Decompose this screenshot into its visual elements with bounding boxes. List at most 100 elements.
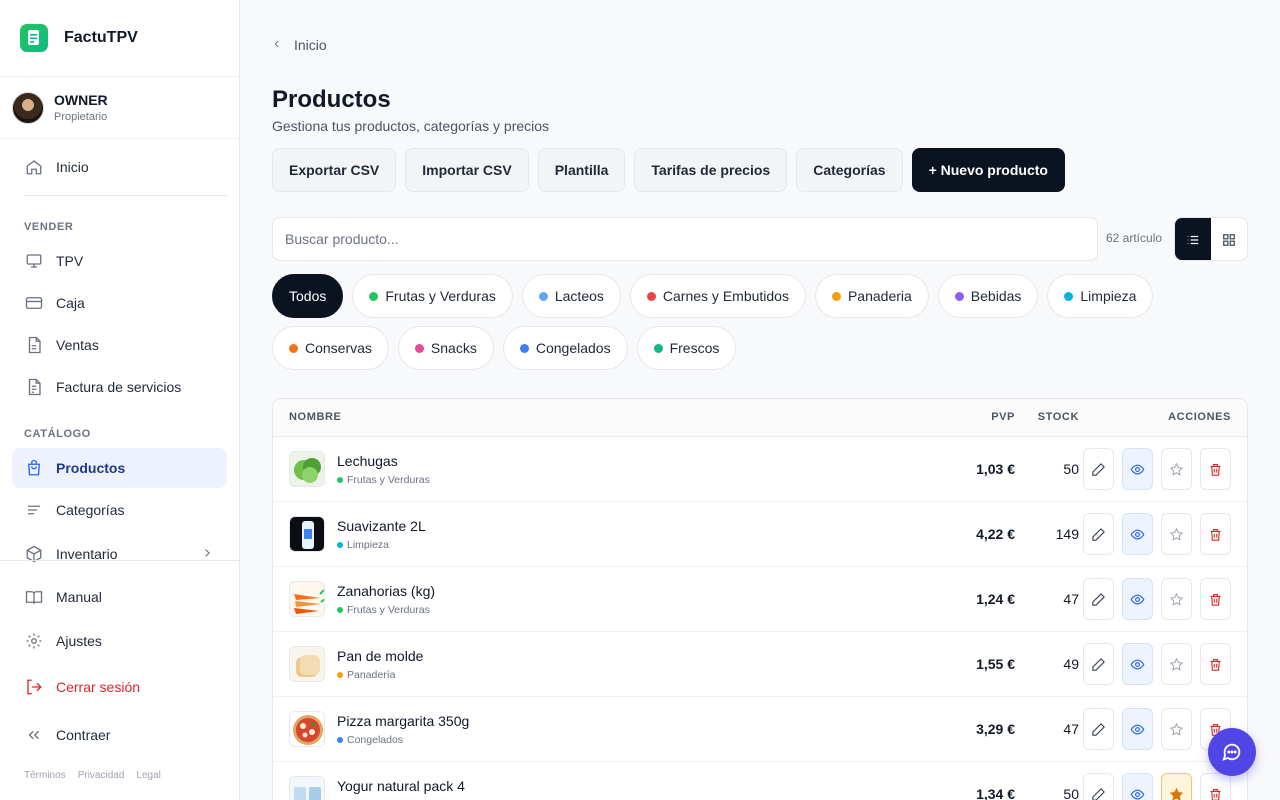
collapse-sidebar-button[interactable]: Contraer bbox=[12, 715, 227, 755]
table-row[interactable]: Lechugas Frutas y Verduras 1,03 € 50 bbox=[273, 437, 1247, 502]
product-stock: 50 bbox=[1063, 786, 1079, 800]
import-csv-button[interactable]: Importar CSV bbox=[405, 148, 529, 192]
table-row[interactable]: Pizza margarita 350g Congelados 3,29 € 47 bbox=[273, 697, 1247, 762]
sidebar-item-categorias[interactable]: Categorías bbox=[12, 490, 227, 530]
filter-chip[interactable]: Panaderia bbox=[814, 274, 929, 318]
category-color-dot bbox=[289, 343, 298, 353]
price-lists-button[interactable]: Tarifas de precios bbox=[634, 148, 788, 192]
delete-button[interactable] bbox=[1200, 773, 1231, 800]
new-product-button[interactable]: + Nuevo producto bbox=[911, 148, 1065, 192]
sidebar-item-inventario[interactable]: Inventario bbox=[12, 534, 227, 574]
list-view-button[interactable] bbox=[1175, 218, 1211, 260]
card-icon bbox=[24, 293, 44, 313]
export-csv-button[interactable]: Exportar CSV bbox=[272, 148, 397, 192]
table-body: Lechugas Frutas y Verduras 1,03 € 50 Suaviza… bbox=[273, 437, 1247, 800]
chat-button[interactable] bbox=[1208, 728, 1256, 776]
products-table: NOMBRE PVP STOCK ACCIONES Lechugas Frutas… bbox=[272, 398, 1248, 800]
legal-link[interactable]: Legal bbox=[136, 770, 160, 781]
filter-chip[interactable]: Lacteos bbox=[521, 274, 621, 318]
delete-button[interactable] bbox=[1200, 513, 1231, 555]
sidebar-item-tpv[interactable]: TPV bbox=[12, 241, 227, 281]
sidebar-item-ajustes[interactable]: Ajustes bbox=[12, 621, 227, 661]
sidebar-item-productos[interactable]: Productos bbox=[12, 448, 227, 488]
search-input[interactable] bbox=[285, 231, 1097, 247]
product-thumbnail bbox=[289, 711, 325, 747]
filter-chip[interactable]: Carnes y Embutidos bbox=[629, 274, 806, 318]
filter-chip[interactable]: Limpieza bbox=[1047, 274, 1154, 318]
star-icon bbox=[1169, 592, 1184, 606]
privacy-link[interactable]: Privacidad bbox=[78, 770, 125, 781]
sidebar-item-caja[interactable]: Caja bbox=[12, 283, 227, 323]
grid-view-button[interactable] bbox=[1211, 218, 1247, 260]
product-category: Frutas y Verduras bbox=[337, 604, 430, 616]
pencil-icon bbox=[1092, 592, 1105, 606]
sidebar-item-manual[interactable]: Manual bbox=[12, 577, 227, 617]
visibility-button[interactable] bbox=[1122, 513, 1153, 555]
delete-button[interactable] bbox=[1200, 643, 1231, 685]
edit-button[interactable] bbox=[1083, 513, 1114, 555]
pencil-icon bbox=[1092, 462, 1105, 476]
star-icon bbox=[1169, 722, 1184, 736]
visibility-button[interactable] bbox=[1122, 448, 1153, 490]
filter-chip[interactable]: Frescos bbox=[636, 326, 737, 370]
eye-icon bbox=[1130, 659, 1145, 669]
category-color-dot bbox=[337, 477, 343, 483]
filter-chip[interactable]: Congelados bbox=[502, 326, 628, 370]
filter-chip[interactable]: Snacks bbox=[397, 326, 494, 370]
eye-icon bbox=[1130, 724, 1145, 734]
item-count: 62 artículo bbox=[1106, 231, 1163, 245]
favorite-button[interactable] bbox=[1161, 448, 1192, 490]
sidebar-item-inicio[interactable]: Inicio bbox=[12, 147, 227, 187]
sidebar-item-factura-servicios[interactable]: Factura de servicios bbox=[12, 367, 227, 407]
table-row[interactable]: Pan de molde Panadería 1,55 € 49 bbox=[273, 632, 1247, 697]
page-title: Productos bbox=[272, 86, 391, 113]
visibility-button[interactable] bbox=[1122, 773, 1153, 800]
user-profile[interactable]: OWNER Propietario bbox=[0, 77, 239, 139]
favorite-button[interactable] bbox=[1161, 708, 1192, 750]
filter-chip[interactable]: Bebidas bbox=[937, 274, 1039, 318]
favorite-button[interactable] bbox=[1161, 578, 1192, 620]
filter-chip[interactable]: Todos bbox=[272, 274, 344, 318]
table-row[interactable]: Suavizante 2L Limpieza 4,22 € 149 bbox=[273, 502, 1247, 567]
gear-icon bbox=[24, 631, 44, 651]
edit-button[interactable] bbox=[1083, 773, 1114, 800]
edit-button[interactable] bbox=[1083, 708, 1114, 750]
filter-chip[interactable]: Frutas y Verduras bbox=[352, 274, 513, 318]
category-color-dot bbox=[538, 291, 548, 301]
filter-chip-label: Snacks bbox=[430, 340, 477, 356]
filter-chip[interactable]: Conservas bbox=[272, 326, 389, 370]
filter-chip-label: Frescos bbox=[669, 340, 720, 356]
visibility-button[interactable] bbox=[1122, 643, 1153, 685]
table-row[interactable]: Yogur natural pack 4Lacteos1,34 €50 bbox=[273, 762, 1247, 800]
brand[interactable]: FactuTPV bbox=[0, 0, 239, 77]
template-button[interactable]: Plantilla bbox=[537, 148, 626, 192]
edit-button[interactable] bbox=[1083, 643, 1114, 685]
table-row[interactable]: Zanahorias (kg) Frutas y Verduras 1,24 € 47 bbox=[273, 567, 1247, 632]
list-icon bbox=[1187, 235, 1199, 245]
breadcrumb[interactable]: Inicio bbox=[272, 37, 327, 53]
delete-button[interactable] bbox=[1200, 448, 1231, 490]
trash-icon bbox=[1210, 788, 1221, 800]
favorite-button[interactable] bbox=[1161, 643, 1192, 685]
trash-icon bbox=[1210, 593, 1221, 606]
categories-button[interactable]: Categorías bbox=[796, 148, 903, 192]
edit-button[interactable] bbox=[1083, 578, 1114, 620]
category-color-dot bbox=[337, 672, 343, 678]
favorite-button[interactable] bbox=[1161, 513, 1192, 555]
visibility-button[interactable] bbox=[1122, 578, 1153, 620]
sidebar-item-label: Ajustes bbox=[56, 633, 102, 649]
terms-link[interactable]: Términos bbox=[24, 770, 66, 781]
edit-button[interactable] bbox=[1083, 448, 1114, 490]
sidebar-item-label: Productos bbox=[56, 460, 126, 476]
logout-button[interactable]: Cerrar sesión bbox=[12, 667, 227, 707]
visibility-button[interactable] bbox=[1122, 708, 1153, 750]
breadcrumb-label: Inicio bbox=[294, 37, 327, 53]
column-header-pvp[interactable]: PVP bbox=[991, 411, 1015, 423]
eye-icon bbox=[1130, 594, 1145, 604]
delete-button[interactable] bbox=[1200, 578, 1231, 620]
column-header-stock[interactable]: STOCK bbox=[1038, 411, 1079, 423]
sidebar-item-ventas[interactable]: Ventas bbox=[12, 325, 227, 365]
column-header-name[interactable]: NOMBRE bbox=[289, 411, 342, 423]
row-actions bbox=[1083, 643, 1231, 685]
favorite-button[interactable] bbox=[1161, 773, 1192, 800]
